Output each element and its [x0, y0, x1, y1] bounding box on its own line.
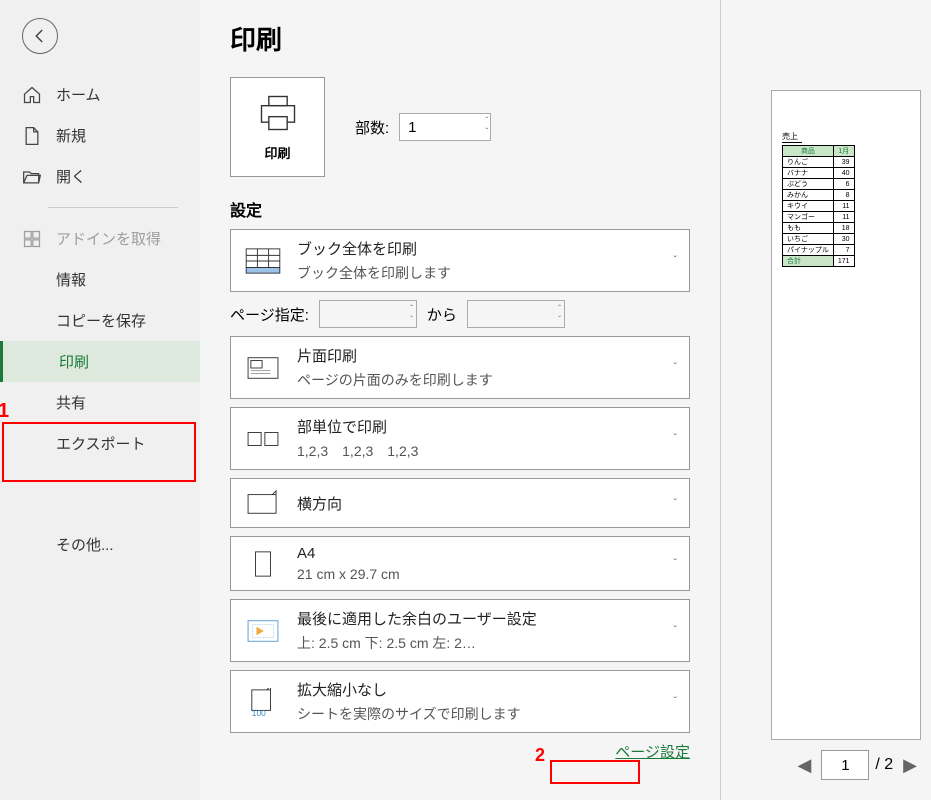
sides-dropdown[interactable]: 片面印刷ページの片面のみを印刷します ˇ [230, 336, 690, 399]
scale-icon: 100 [243, 686, 283, 718]
copies-input[interactable] [399, 113, 491, 141]
chevron-down-icon: ˇ [674, 625, 677, 636]
sidebar-item-share[interactable]: 共有 [0, 382, 200, 423]
main-content: 印刷 印刷 部数: ˆˇ 設定 ブック [200, 0, 931, 800]
annotation-2: 2 [535, 745, 545, 766]
separator [48, 207, 178, 208]
annotation-1: 1 [0, 400, 9, 423]
chevron-down-icon: ˇ [674, 558, 677, 569]
sidebar-item-saveas[interactable]: コピーを保存 [0, 300, 200, 341]
table-row: パイナップル7 [783, 245, 855, 256]
sidebar-label: 共有 [56, 392, 86, 413]
sidebar-label: 印刷 [59, 351, 89, 372]
single-side-icon [243, 352, 283, 384]
sidebar-item-open[interactable]: 開く [0, 156, 200, 197]
margins-icon [243, 615, 283, 647]
chevron-down-icon: ˇ [674, 696, 677, 707]
chevron-down-icon: ˇ [674, 255, 677, 266]
paper-icon [243, 548, 283, 580]
copies-spinner[interactable]: ˆˇ [486, 115, 489, 137]
sidebar-item-home[interactable]: ホーム [0, 74, 200, 115]
sidebar-label: その他... [56, 534, 114, 555]
page-from-input[interactable]: ˆˇ [319, 300, 417, 328]
table-row: バナナ40 [783, 168, 855, 179]
backstage-sidebar: ホーム 新規 開く アドインを取得 情報 コピーを保存 印刷 共有 エクスポート… [0, 0, 200, 800]
preview-pane: 売上 商品1月 りんご39 バナナ40 ぶどう6 みかん8 キウイ11 マンゴー… [720, 0, 931, 800]
table-row: マンゴー11 [783, 212, 855, 223]
page-to-input[interactable]: ˆˇ [467, 300, 565, 328]
table-row: いちご30 [783, 234, 855, 245]
file-icon [22, 126, 42, 146]
back-button[interactable] [22, 18, 58, 54]
preview-document: 売上 商品1月 りんご39 バナナ40 ぶどう6 みかん8 キウイ11 マンゴー… [771, 90, 921, 740]
workbook-icon [243, 245, 283, 277]
sidebar-item-info[interactable]: 情報 [0, 259, 200, 300]
arrow-left-icon [31, 27, 49, 45]
addins-icon [22, 229, 42, 249]
print-what-dropdown[interactable]: ブック全体を印刷ブック全体を印刷します ˇ [230, 229, 690, 292]
sidebar-item-new[interactable]: 新規 [0, 115, 200, 156]
chevron-down-icon: ˇ [674, 433, 677, 444]
preview-table: 商品1月 りんご39 バナナ40 ぶどう6 みかん8 キウイ11 マンゴー11 … [782, 145, 855, 267]
sidebar-label: コピーを保存 [56, 310, 146, 331]
sidebar-item-getaddins[interactable]: アドインを取得 [0, 218, 200, 259]
preview-table-title: 売上 [782, 131, 802, 143]
sidebar-label: 情報 [56, 269, 86, 290]
prev-page-button[interactable]: ◀ [794, 755, 816, 776]
home-icon [22, 85, 42, 105]
chevron-down-icon: ˇ [674, 498, 677, 509]
sidebar-item-print[interactable]: 印刷 [0, 341, 200, 382]
paper-size-dropdown[interactable]: A421 cm x 29.7 cm ˇ [230, 536, 690, 591]
sidebar-label: アドインを取得 [56, 228, 161, 249]
printer-icon [256, 93, 300, 133]
table-row: りんご39 [783, 157, 855, 168]
orientation-dropdown[interactable]: 横方向 ˇ [230, 478, 690, 528]
page-title: 印刷 [230, 20, 690, 57]
settings-pane: 印刷 印刷 部数: ˆˇ 設定 ブック [200, 0, 720, 800]
page-setup-link[interactable]: ページ設定 [615, 744, 690, 761]
folder-open-icon [22, 167, 42, 187]
sidebar-label: 新規 [56, 125, 86, 146]
svg-text:100: 100 [252, 708, 266, 716]
table-row: キウイ11 [783, 201, 855, 212]
total-pages: / 2 [875, 756, 893, 774]
table-row: 合計171 [783, 256, 855, 267]
landscape-icon [243, 487, 283, 519]
table-row: もも18 [783, 223, 855, 234]
margins-dropdown[interactable]: 最後に適用した余白のユーザー設定上: 2.5 cm 下: 2.5 cm 左: 2… [230, 599, 690, 662]
print-button-label: 印刷 [264, 143, 290, 162]
sidebar-item-more[interactable]: その他... [0, 524, 200, 565]
chevron-down-icon: ˇ [674, 362, 677, 373]
table-row: みかん8 [783, 190, 855, 201]
next-page-button[interactable]: ▶ [899, 755, 921, 776]
sidebar-label: ホーム [56, 84, 101, 105]
collate-dropdown[interactable]: 部単位で印刷1,2,3 1,2,3 1,2,3 ˇ [230, 407, 690, 470]
copies-label: 部数: [355, 117, 389, 138]
settings-title: 設定 [230, 197, 690, 221]
table-row: ぶどう6 [783, 179, 855, 190]
annotation-2-box [550, 760, 640, 784]
scale-dropdown[interactable]: 100 拡大縮小なしシートを実際のサイズで印刷します ˇ [230, 670, 690, 733]
annotation-1-box [2, 422, 196, 482]
sidebar-label: 開く [56, 166, 86, 187]
print-button[interactable]: 印刷 [230, 77, 325, 177]
preview-footer: ◀ / 2 ▶ [761, 740, 921, 790]
current-page-input[interactable] [821, 750, 869, 780]
collate-icon [243, 423, 283, 455]
page-range: ページ指定: ˆˇ から ˆˇ [230, 300, 690, 328]
